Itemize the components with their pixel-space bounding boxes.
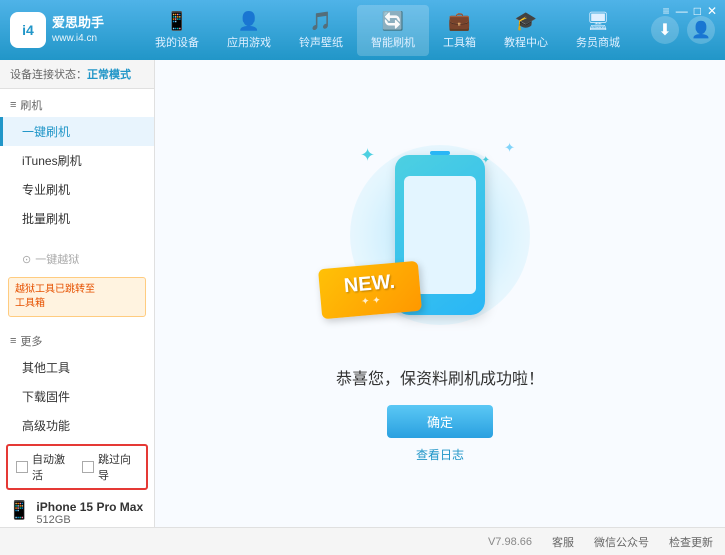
toolbox-icon: 💼 [448, 11, 470, 32]
device-phone-icon: 📱 [8, 500, 30, 521]
sidebar-item-batch-flash[interactable]: 批量刷机 [0, 204, 154, 233]
nav-apps[interactable]: 👤 应用游戏 [213, 5, 285, 56]
tutorial-icon: 🎓 [515, 11, 537, 32]
footer-customer-service[interactable]: 客服 [552, 534, 574, 550]
nav-ringtones[interactable]: 🎵 铃声壁纸 [285, 5, 357, 56]
auto-activate-checkbox[interactable] [16, 461, 28, 473]
nav-my-device[interactable]: 📱 我的设备 [141, 5, 213, 56]
push-guide-checkbox[interactable] [82, 461, 94, 473]
nav-service[interactable]: 🖥 务员商城 [562, 5, 634, 56]
disabled-jailbreak: ⊙ 一键越狱 [0, 245, 154, 273]
sidebar-item-pro-flash[interactable]: 专业刷机 [0, 175, 154, 204]
confirm-button[interactable]: 确定 [387, 405, 493, 438]
nav-toolbox[interactable]: 💼 工具箱 [429, 5, 490, 56]
app-logo: i4 爱思助手 www.i4.cn [10, 12, 104, 48]
footer-check-update[interactable]: 检查更新 [669, 534, 713, 550]
auto-activate-row: 自动激活 跳过向导 [6, 444, 148, 490]
view-log-link[interactable]: 查看日志 [416, 446, 464, 463]
app-name: 爱思助手 [52, 14, 104, 32]
app-url: www.i4.cn [52, 32, 104, 46]
settings-icon[interactable]: ≡ [663, 4, 670, 18]
ringtones-icon: 🎵 [310, 11, 332, 32]
apps-icon: 👤 [238, 11, 260, 32]
sidebar-item-itunes[interactable]: iTunes刷机 [0, 146, 154, 175]
header-actions: ⬇ 👤 [651, 16, 715, 44]
nav-tutorial[interactable]: 🎓 教程中心 [490, 5, 562, 56]
sidebar-item-download[interactable]: 下载固件 [0, 382, 154, 411]
main-nav: 📱 我的设备 👤 应用游戏 🎵 铃声壁纸 🔄 智能刷机 💼 工具箱 🎓 教程中心… [124, 5, 651, 56]
sidebar-item-one-key[interactable]: 一键刷机 [0, 117, 154, 146]
status-bar: 设备连接状态：正常模式 [0, 60, 154, 89]
smart-flash-icon: 🔄 [382, 11, 404, 32]
my-device-icon: 📱 [166, 11, 188, 32]
footer: V7.98.66 客服 微信公众号 检查更新 [0, 527, 725, 555]
device-size: 512GB [36, 514, 143, 526]
maximize-button[interactable]: □ [694, 4, 701, 18]
flash-section-header: ≡刷机 [0, 93, 154, 117]
success-message: 恭喜您，保资料刷机成功啦！ [336, 365, 544, 389]
version-label: V7.98.66 [488, 536, 532, 548]
main-content: ✦ ✦ ✦ NEW. ✦ ✦ 恭喜您，保资料刷机成功啦！ 确定 查看日志 [155, 60, 725, 527]
sidebar-item-advanced[interactable]: 高级功能 [0, 411, 154, 440]
sidebar-item-other-tools[interactable]: 其他工具 [0, 353, 154, 382]
close-button[interactable]: ✕ [707, 4, 717, 18]
success-illustration: ✦ ✦ ✦ NEW. ✦ ✦ [340, 125, 540, 345]
service-icon: 🖥 [587, 11, 610, 32]
nav-smart-flash[interactable]: 🔄 智能刷机 [357, 5, 429, 56]
notice-box: 越狱工具已跳转至 工具箱 [8, 277, 146, 317]
download-icon[interactable]: ⬇ [651, 16, 679, 44]
minimize-button[interactable]: — [676, 4, 688, 18]
device-info: 📱 iPhone 15 Pro Max 512GB iPhone [0, 494, 154, 527]
user-icon[interactable]: 👤 [687, 16, 715, 44]
footer-wechat[interactable]: 微信公众号 [594, 534, 649, 550]
device-name: iPhone 15 Pro Max [36, 500, 143, 514]
more-section-header: ≡更多 [0, 329, 154, 353]
sparkle-right-icon: ✦ [504, 140, 515, 156]
sparkle-left-icon: ✦ [360, 145, 375, 166]
